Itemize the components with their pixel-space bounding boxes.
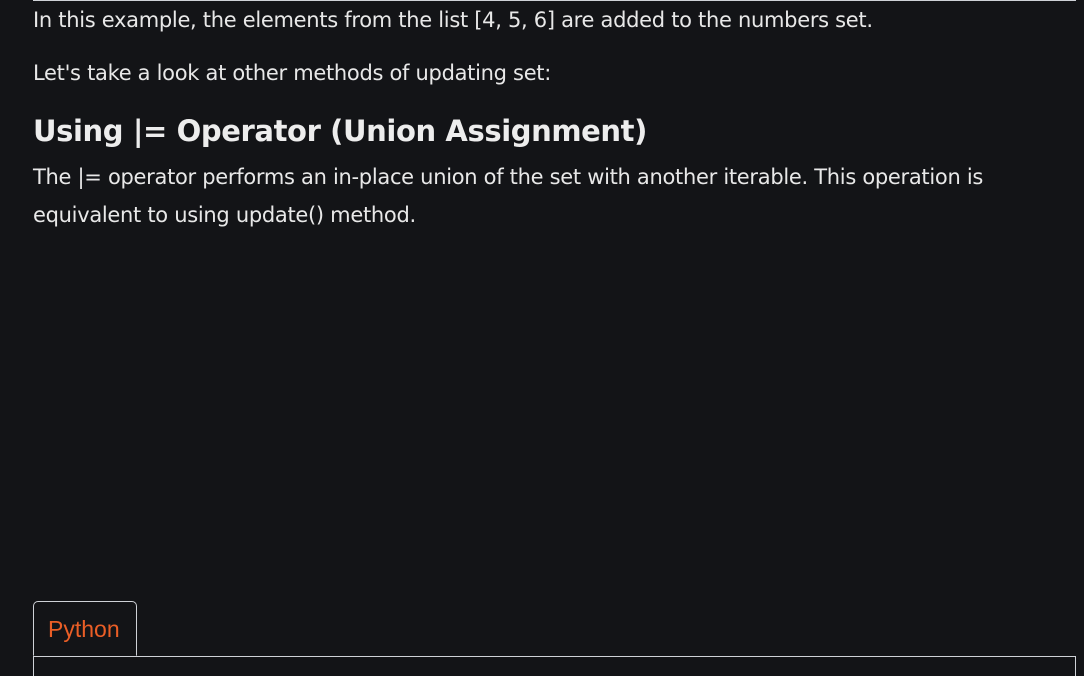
section-heading: Using |= Operator (Union Assignment)	[33, 114, 647, 148]
article-paragraph: The |= operator performs an in-place uni…	[33, 165, 984, 227]
article-paragraph: Let's take a look at other methods of up…	[33, 61, 552, 85]
code-panel-border	[33, 656, 1076, 657]
code-block-tabs: Python	[33, 601, 1076, 676]
tab-python[interactable]: Python	[33, 601, 137, 656]
code-panel-border-right	[1075, 656, 1076, 676]
code-panel-border-left	[33, 656, 34, 676]
tab-label: Python	[48, 616, 120, 642]
article-paragraph: In this example, the elements from the l…	[33, 8, 873, 32]
